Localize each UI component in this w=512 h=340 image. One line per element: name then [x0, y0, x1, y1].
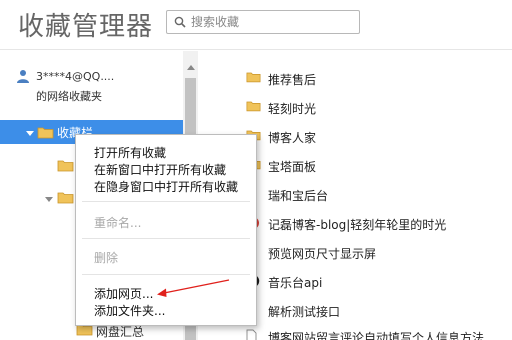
header: 收藏管理器	[0, 0, 512, 50]
folder-icon	[57, 192, 74, 204]
menu-item-open-all[interactable]: 打开所有收藏	[94, 144, 166, 161]
folder-icon	[246, 101, 261, 112]
list-item-label: 瑞和宝后台	[268, 189, 329, 203]
list-item-label: 音乐台api	[268, 276, 323, 290]
list-item-label: 记磊博客-blog|轻刻年轮里的时光	[268, 218, 447, 232]
list-item-label: 轻刻时光	[268, 102, 317, 116]
account-subtitle: 的网络收藏夹	[36, 90, 102, 103]
list-item-label: 宝塔面板	[268, 160, 317, 174]
folder-icon	[57, 160, 74, 172]
list-item-label: 预览网页尺寸显示屏	[268, 247, 377, 261]
menu-separator	[82, 274, 250, 275]
list-item-label: 博客人家	[268, 131, 317, 145]
menu-item-rename[interactable]: 重命名...	[94, 214, 141, 231]
expand-arrow-icon[interactable]	[45, 197, 53, 202]
app-title: 收藏管理器	[18, 12, 154, 42]
menu-separator	[82, 238, 250, 239]
menu-separator	[82, 201, 250, 202]
search-input[interactable]	[191, 13, 351, 31]
menu-item-open-all-incognito[interactable]: 在隐身窗口中打开所有收藏	[94, 178, 238, 195]
user-icon	[17, 70, 29, 83]
expand-arrow-icon[interactable]	[26, 131, 34, 136]
page-icon	[246, 329, 257, 340]
search-icon	[174, 16, 186, 28]
account-name: 3****4@QQ....	[36, 70, 115, 83]
list-item-label: 推荐售后	[268, 73, 317, 87]
context-menu: 打开所有收藏 在新窗口中打开所有收藏 在隐身窗口中打开所有收藏 重命名... 删…	[75, 134, 257, 326]
menu-item-delete[interactable]: 删除	[94, 249, 118, 266]
menu-item-add-page[interactable]: 添加网页...	[94, 285, 153, 302]
scroll-up-arrow-icon[interactable]	[187, 65, 195, 70]
search-box[interactable]	[166, 10, 360, 34]
list-item-label: 解析测试接口	[268, 305, 341, 319]
folder-icon	[246, 72, 261, 83]
list-item-label: 博客网站留言评论自动填写个人信息方法	[268, 331, 485, 340]
menu-item-open-all-new-window[interactable]: 在新窗口中打开所有收藏	[94, 161, 226, 178]
folder-icon	[37, 127, 54, 139]
menu-item-add-folder[interactable]: 添加文件夹...	[94, 302, 165, 319]
